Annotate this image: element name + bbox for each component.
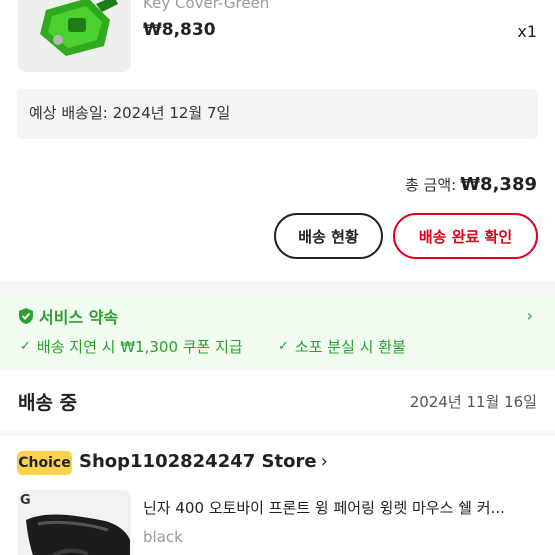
next-product-variant: black xyxy=(143,528,183,546)
product-price: ₩8,830 xyxy=(143,20,216,40)
service-item-label: 소포 분실 시 환불 xyxy=(294,338,406,356)
product-quantity: x1 xyxy=(517,22,537,41)
service-item-lost-refund: ✓ 소포 분실 시 환불 xyxy=(278,336,406,357)
service-item-delay-coupon: ✓ 배송 지연 시 ₩1,300 쿠폰 지급 xyxy=(20,336,243,357)
check-icon: ✓ xyxy=(20,339,31,354)
section-divider xyxy=(0,430,555,436)
estimated-delivery-box: 예상 배송일: 2024년 12월 7일 xyxy=(17,89,538,139)
service-promise-banner[interactable]: 서비스 약속 › ✓ 배송 지연 시 ₩1,300 쿠폰 지급 ✓ 소포 분실 … xyxy=(0,290,555,370)
confirm-delivery-button[interactable]: 배송 완료 확인 xyxy=(393,213,538,259)
product-variant: Key Cover-Green xyxy=(143,0,270,12)
order-total: 총 금액: ₩8,389 xyxy=(405,174,537,195)
total-amount: ₩8,389 xyxy=(460,174,537,195)
next-product-title[interactable]: 닌자 400 오토바이 프론트 윙 페어링 윙렛 마우스 쉘 커... xyxy=(143,497,538,518)
shipment-date: 2024년 11월 16일 xyxy=(409,393,537,411)
section-spacer xyxy=(0,370,555,378)
chevron-right-icon[interactable]: › xyxy=(527,306,533,325)
store-link[interactable]: Shop1102824247 Store › xyxy=(79,451,328,472)
store-name: Shop1102824247 Store xyxy=(79,451,317,472)
shipment-status: 배송 중 xyxy=(18,392,78,414)
shield-check-icon xyxy=(19,308,33,324)
svg-text:G: G xyxy=(20,493,31,508)
track-shipment-button[interactable]: 배송 현황 xyxy=(274,213,383,259)
section-divider xyxy=(0,281,555,290)
total-label: 총 금액: xyxy=(404,176,457,194)
product-thumbnail-green[interactable] xyxy=(18,0,131,72)
estimated-delivery-text: 예상 배송일: 2024년 12월 7일 xyxy=(29,104,231,122)
service-title-text: 서비스 약속 xyxy=(39,308,119,327)
service-title: 서비스 약속 xyxy=(18,304,118,328)
choice-badge: Choice xyxy=(17,451,72,475)
service-item-label: 배송 지연 시 ₩1,300 쿠폰 지급 xyxy=(36,338,243,356)
order-item-card: Key Cover-Green ₩8,830 x1 예상 배송일: 2024년 … xyxy=(0,0,555,285)
chevron-right-icon: › xyxy=(320,451,328,472)
check-icon: ✓ xyxy=(278,339,289,354)
product-thumbnail-black[interactable]: G xyxy=(18,490,131,555)
